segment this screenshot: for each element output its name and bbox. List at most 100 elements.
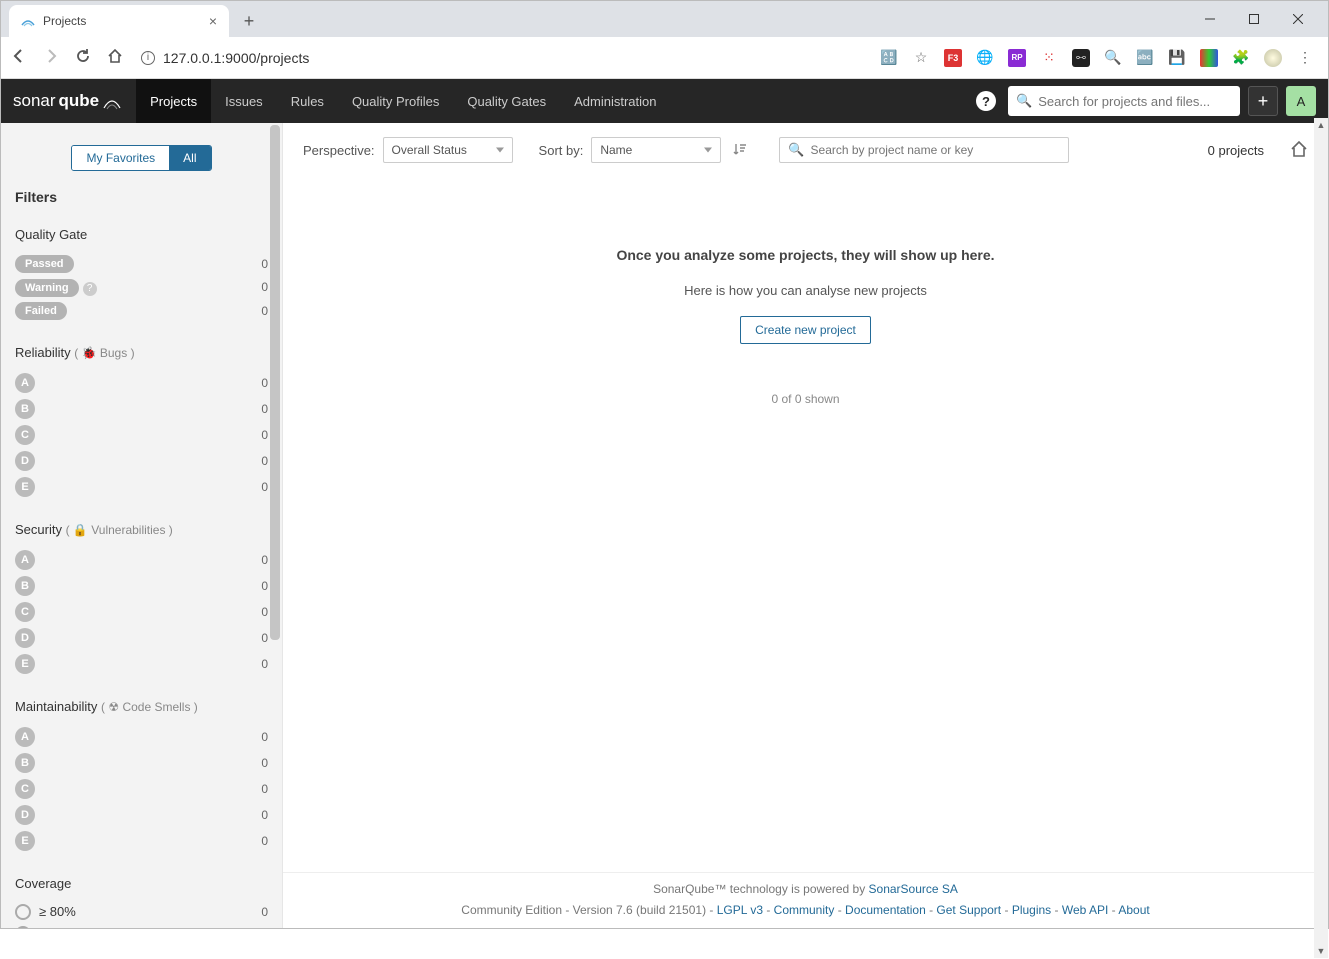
rating-badge-c: C	[15, 779, 35, 799]
ext-icon-red[interactable]: F3	[944, 49, 962, 67]
filter-reliability-b[interactable]: B0	[15, 396, 268, 422]
extensions-puzzle-icon[interactable]: 🧩	[1232, 49, 1250, 67]
security-heading: Security ( 🔒 Vulnerabilities )	[15, 522, 268, 537]
coverage-ring-icon	[15, 904, 31, 920]
footer-link-web api[interactable]: Web API	[1062, 903, 1108, 917]
filter-coverage-1[interactable]: 70% - 80% 0	[15, 923, 268, 929]
translate-icon[interactable]: 🔠	[880, 49, 898, 67]
new-tab-button[interactable]: +	[235, 7, 263, 35]
window-close-button[interactable]	[1276, 5, 1320, 33]
filter-maintainability-b[interactable]: B0	[15, 750, 268, 776]
address-bar[interactable]: i 127.0.0.1:9000/projects	[141, 50, 309, 66]
footer-link-plugins[interactable]: Plugins	[1012, 903, 1051, 917]
nav-forward-button[interactable]	[41, 48, 61, 67]
warning-help-icon[interactable]: ?	[83, 282, 97, 296]
sort-direction-icon[interactable]	[729, 142, 751, 159]
rating-badge-a: A	[15, 727, 35, 747]
ext-icon-purple[interactable]: RP	[1008, 49, 1026, 67]
rating-badge-e: E	[15, 654, 35, 674]
nav-home-button[interactable]	[105, 48, 125, 67]
radiation-icon: ☢	[108, 700, 119, 714]
nav-quality-profiles[interactable]: Quality Profiles	[338, 79, 453, 123]
ext-icon-mask[interactable]: ⧟	[1072, 49, 1090, 67]
tab-close-icon[interactable]: ×	[209, 13, 217, 29]
global-search-input[interactable]	[1038, 94, 1232, 109]
bug-icon: 🐞	[82, 346, 97, 360]
url-text: 127.0.0.1:9000/projects	[163, 50, 309, 66]
nav-reload-button[interactable]	[73, 48, 93, 67]
rating-badge-b: B	[15, 399, 35, 419]
filter-reliability-d[interactable]: D0	[15, 448, 268, 474]
bookmark-star-icon[interactable]: ☆	[912, 49, 930, 67]
browser-tab[interactable]: Projects ×	[9, 5, 229, 37]
user-avatar[interactable]: A	[1286, 86, 1316, 116]
browser-toolbar: i 127.0.0.1:9000/projects 🔠 ☆ F3 🌐 RP ⁙ …	[1, 37, 1328, 79]
filters-heading: Filters	[15, 189, 268, 205]
browser-tabstrip: Projects × +	[1, 1, 1328, 37]
filter-reliability-e[interactable]: E0	[15, 474, 268, 500]
nav-quality-gates[interactable]: Quality Gates	[453, 79, 560, 123]
all-tab[interactable]: All	[169, 146, 210, 170]
filter-maintainability-c[interactable]: C0	[15, 776, 268, 802]
create-project-button[interactable]: Create new project	[740, 316, 871, 344]
filter-security-a[interactable]: A0	[15, 547, 268, 573]
ext-icon-globe[interactable]: 🌐	[976, 49, 994, 67]
tab-title: Projects	[43, 14, 86, 28]
browser-menu-icon[interactable]: ⋮	[1296, 49, 1314, 67]
maintainability-heading: Maintainability ( ☢ Code Smells )	[15, 699, 268, 714]
sidebar-scrollbar[interactable]	[268, 123, 282, 928]
filter-reliability-c[interactable]: C0	[15, 422, 268, 448]
site-info-icon[interactable]: i	[141, 51, 155, 65]
rating-badge-d: D	[15, 628, 35, 648]
filter-security-b[interactable]: B0	[15, 573, 268, 599]
filter-qg-passed[interactable]: Passed 0	[15, 252, 268, 276]
search-icon: 🔍	[1016, 93, 1032, 109]
footer-link-get support[interactable]: Get Support	[936, 903, 1001, 917]
global-search[interactable]: 🔍	[1008, 86, 1240, 116]
filter-security-e[interactable]: E0	[15, 651, 268, 677]
my-favorites-tab[interactable]: My Favorites	[72, 146, 169, 170]
footer-sonarsource-link[interactable]: SonarSource SA	[869, 882, 958, 896]
ext-icon-rainbow[interactable]	[1200, 49, 1218, 67]
ext-icon-dots[interactable]: ⁙	[1040, 49, 1058, 67]
rating-badge-e: E	[15, 831, 35, 851]
rating-badge-d: D	[15, 805, 35, 825]
filter-qg-failed[interactable]: Failed 0	[15, 299, 268, 323]
perspective-dropdown[interactable]: Overall Status	[383, 137, 513, 163]
window-minimize-button[interactable]	[1188, 5, 1232, 33]
nav-back-button[interactable]	[9, 48, 29, 67]
homepage-icon[interactable]	[1290, 140, 1308, 161]
profile-avatar-icon[interactable]	[1264, 49, 1282, 67]
filter-maintainability-e[interactable]: E0	[15, 828, 268, 854]
filter-security-d[interactable]: D0	[15, 625, 268, 651]
rating-badge-a: A	[15, 550, 35, 570]
page-scrollbar[interactable]: ▲▼	[1314, 118, 1328, 958]
filter-security-c[interactable]: C0	[15, 599, 268, 625]
empty-heading: Once you analyze some projects, they wil…	[283, 247, 1328, 263]
filter-maintainability-a[interactable]: A0	[15, 724, 268, 750]
footer-link-community[interactable]: Community	[774, 903, 835, 917]
ext-icon-translate2[interactable]: 🔤	[1136, 49, 1154, 67]
footer-link-about[interactable]: About	[1118, 903, 1149, 917]
ext-icon-save[interactable]: 💾	[1168, 49, 1186, 67]
lock-icon: 🔒	[73, 523, 88, 537]
filter-reliability-a[interactable]: A0	[15, 370, 268, 396]
project-search[interactable]: 🔍	[779, 137, 1069, 163]
favorites-toggle: My Favorites All	[71, 145, 211, 171]
footer-link-documentation[interactable]: Documentation	[845, 903, 926, 917]
sortby-dropdown[interactable]: Name	[591, 137, 721, 163]
help-icon[interactable]: ?	[976, 91, 996, 111]
ext-icon-search[interactable]: 🔍	[1104, 49, 1122, 67]
filter-qg-warning[interactable]: Warning? 0	[15, 276, 268, 299]
filter-maintainability-d[interactable]: D0	[15, 802, 268, 828]
project-search-input[interactable]	[811, 143, 1061, 157]
nav-rules[interactable]: Rules	[277, 79, 338, 123]
nav-projects[interactable]: Projects	[136, 79, 211, 123]
footer-link-lgpl v3[interactable]: LGPL v3	[717, 903, 763, 917]
create-button[interactable]: +	[1248, 86, 1278, 116]
nav-issues[interactable]: Issues	[211, 79, 277, 123]
window-maximize-button[interactable]	[1232, 5, 1276, 33]
filter-coverage-0[interactable]: ≥ 80% 0	[15, 901, 268, 923]
app-logo[interactable]: sonarqube	[13, 91, 122, 111]
nav-administration[interactable]: Administration	[560, 79, 670, 123]
